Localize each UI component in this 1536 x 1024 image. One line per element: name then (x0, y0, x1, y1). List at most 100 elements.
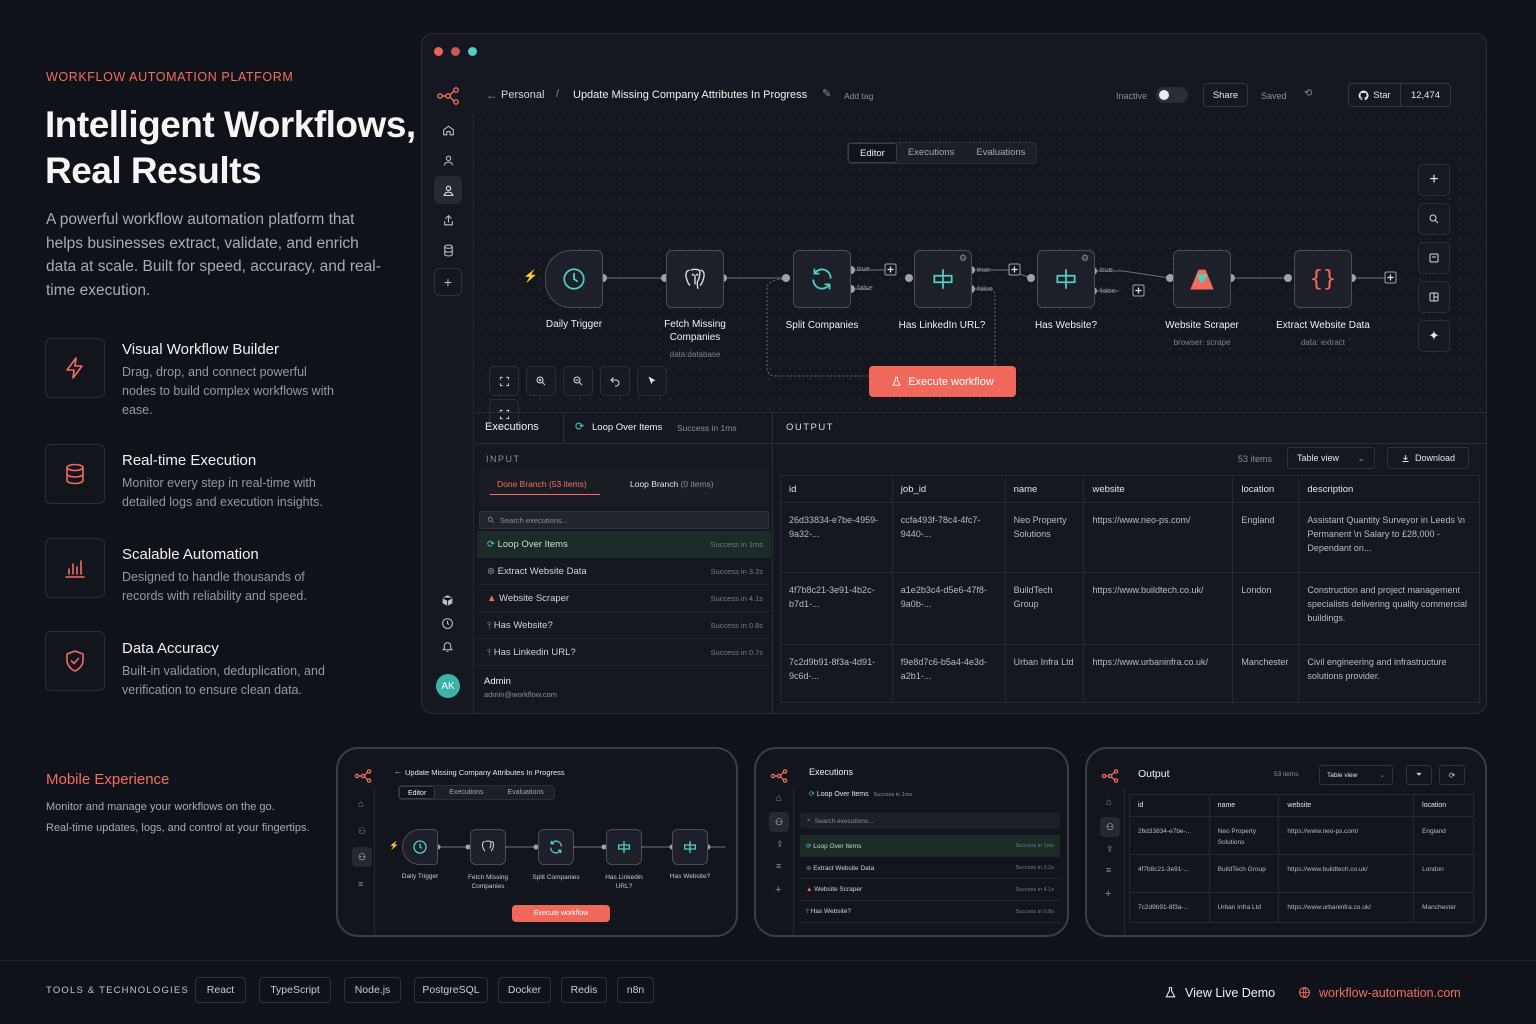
share-icon[interactable]: ⇪ (1106, 844, 1114, 855)
add-icon[interactable]: + (775, 884, 781, 896)
node-website-scraper[interactable] (1173, 250, 1231, 308)
execution-row[interactable]: ⟳ Loop Over Items Success in 1ms (800, 835, 1060, 857)
phone-view-select[interactable]: Table view ⌄ (1319, 765, 1393, 785)
node-settings-icon[interactable]: ⚙ (1081, 253, 1089, 264)
column-header[interactable]: website (1278, 794, 1415, 817)
sparkle-icon[interactable]: ✦ (1418, 320, 1450, 352)
users-icon[interactable]: ⚇ (769, 812, 789, 832)
column-header[interactable]: website (1083, 475, 1234, 503)
users-icon[interactable]: ⚇ (352, 847, 372, 867)
column-header[interactable]: location (1413, 794, 1474, 817)
phone-search-input[interactable]: ⌕ Search executions... (800, 813, 1060, 829)
add-node-icon[interactable]: + (1418, 164, 1450, 196)
table-row[interactable]: 26d33834-e7be-4959-9a32-... ccfa493f-78c4… (780, 502, 1480, 573)
node-extract-website-data[interactable]: {} (1294, 250, 1352, 308)
node-settings-icon[interactable]: ⚙ (959, 253, 967, 264)
maximize-dot[interactable] (468, 47, 477, 56)
fit-view-icon[interactable] (489, 366, 519, 396)
column-header[interactable]: id (780, 475, 893, 503)
table-row[interactable]: 4f7b8c21-3e91-4b2c-b7d1-... a1e2b3c4-d5e6… (780, 572, 1480, 645)
execution-row[interactable]: ⫯ Has Website? Success in 0.8s (477, 612, 771, 639)
loop-branch-tab[interactable]: Loop Branch (0 items) (630, 479, 714, 489)
home-icon[interactable]: ⌂ (776, 793, 782, 804)
execution-row[interactable]: ⟳ Loop Over Items Success in 1ms (477, 531, 771, 558)
phone-node[interactable] (470, 829, 506, 865)
share-icon[interactable] (434, 206, 462, 234)
add-tag-link[interactable]: Add tag (844, 91, 873, 101)
database-icon[interactable]: ≡ (776, 861, 781, 871)
table-view-select[interactable]: Table view ⌄ (1287, 447, 1375, 469)
node-daily-trigger[interactable] (545, 250, 603, 308)
sticky-note-icon[interactable] (1418, 242, 1450, 274)
history-icon[interactable]: ⟲ (1304, 88, 1312, 99)
zoom-in-icon[interactable] (526, 366, 556, 396)
close-dot[interactable] (434, 47, 443, 56)
table-row[interactable]: 7c2d9b91-8f3a-4d91-9c6d-... f9e8d7c6-b5a4… (780, 644, 1480, 703)
home-icon[interactable]: ⌂ (358, 799, 364, 810)
column-header[interactable]: id (1129, 794, 1210, 817)
help-icon[interactable] (441, 617, 454, 630)
users-icon[interactable]: ⚇ (1100, 817, 1120, 837)
users-icon[interactable] (434, 176, 462, 204)
execute-workflow-button[interactable]: Execute workflow (869, 366, 1016, 397)
table-row[interactable]: 7c2d9b91-8f3a-... Urban Infra Ltd https://… (1129, 892, 1474, 923)
node-split-companies[interactable] (793, 250, 851, 308)
refresh-icon[interactable]: ⟳ (1439, 765, 1465, 785)
column-header[interactable]: description (1298, 475, 1480, 503)
search-executions-input[interactable]: Search executions... (479, 511, 769, 529)
search-icon[interactable] (1418, 203, 1450, 235)
cube-icon[interactable] (441, 594, 454, 607)
download-button[interactable]: Download (1387, 447, 1469, 469)
add-icon[interactable]: + (434, 268, 462, 296)
minimize-dot[interactable] (451, 47, 460, 56)
phone-node[interactable] (402, 829, 438, 865)
undo-icon[interactable] (600, 366, 630, 396)
avatar[interactable]: AK (436, 674, 460, 698)
node-fetch-missing-companies[interactable] (666, 250, 724, 308)
share-button[interactable]: Share (1203, 83, 1248, 107)
back-arrow-icon[interactable]: ← (486, 88, 498, 102)
breadcrumb-root[interactable]: Personal (501, 89, 544, 101)
github-star-button[interactable]: Star 12,474 (1348, 83, 1451, 107)
column-header[interactable]: name (1208, 794, 1280, 817)
phone-execute-button[interactable]: Execute workflow (512, 905, 610, 922)
phone-node[interactable] (672, 829, 708, 865)
execution-row[interactable]: ⊛ Extract Website Data Success in 3.2s (477, 558, 771, 585)
user-icon[interactable]: ⚇ (358, 826, 366, 837)
phone-node[interactable] (606, 829, 642, 865)
home-icon[interactable]: ⌂ (1106, 797, 1112, 808)
execution-row[interactable]: ▲ Website Scraper Success in 4.1s (800, 879, 1060, 901)
tab-executions[interactable]: Executions (435, 786, 497, 799)
database-icon[interactable]: ≡ (1106, 865, 1111, 875)
user-icon[interactable] (434, 146, 462, 174)
tab-editor[interactable]: Editor (399, 786, 436, 799)
zoom-out-icon[interactable] (563, 366, 593, 396)
tab-evaluations[interactable]: Evaluations (498, 786, 554, 799)
database-icon[interactable] (434, 236, 462, 264)
filter-icon[interactable]: ⏷ (1406, 765, 1432, 785)
view-live-demo-link[interactable]: View Live Demo (1185, 986, 1275, 1000)
home-icon[interactable] (434, 116, 462, 144)
execution-row[interactable]: ⫯ Has Website? Success in 0.8s (800, 901, 1060, 923)
phone-node[interactable] (538, 829, 574, 865)
bell-icon[interactable] (441, 640, 454, 653)
done-branch-tab[interactable]: Done Branch (53 items) (497, 479, 587, 489)
active-toggle[interactable] (1156, 87, 1188, 103)
website-link[interactable]: workflow-automation.com (1319, 986, 1461, 1000)
back-arrow-icon[interactable]: ← (394, 767, 402, 776)
execution-row[interactable]: ⊛ Extract Website Data Success in 3.2s (800, 857, 1060, 879)
share-icon[interactable]: ⇪ (776, 839, 784, 850)
pointer-icon[interactable] (637, 366, 667, 396)
table-row[interactable]: 26d33834-e7be-... Neo Property Solutions h… (1129, 816, 1474, 855)
execution-row[interactable]: ⫯ Has Linkedin URL? Success in 0.7s (477, 639, 771, 666)
database-icon[interactable]: ≡ (358, 879, 363, 889)
workflow-title[interactable]: Update Missing Company Attributes In Pro… (573, 89, 807, 101)
column-header[interactable]: location (1232, 475, 1300, 503)
edit-pencil-icon[interactable]: ✎ (822, 87, 831, 100)
add-icon[interactable]: + (1105, 888, 1111, 900)
workflow-logo-icon[interactable] (436, 84, 460, 108)
panel-icon[interactable] (1418, 281, 1450, 313)
table-row[interactable]: 4f7b8c21-3e91-... BuildTech Group https://… (1129, 854, 1474, 893)
column-header[interactable]: job_id (891, 475, 1006, 503)
execution-row[interactable]: ▲ Website Scraper Success in 4.1s (477, 585, 771, 612)
